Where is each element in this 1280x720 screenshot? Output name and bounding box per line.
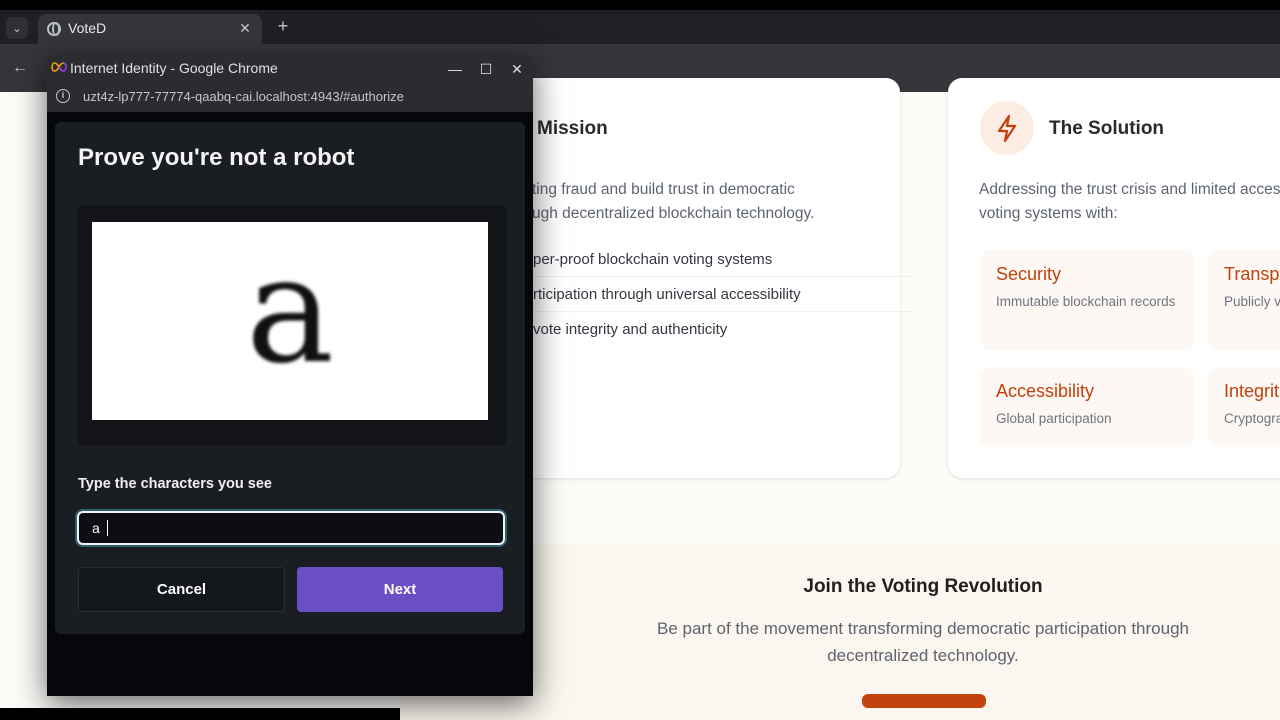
site-info-icon[interactable]: i: [56, 89, 70, 103]
feature-desc: Global participation: [996, 411, 1112, 426]
text-caret: [107, 520, 108, 536]
feature-card-transparency: Transpa Publicly v: [1208, 250, 1280, 350]
feature-desc: Immutable blockchain records: [996, 294, 1176, 309]
cancel-button[interactable]: Cancel: [78, 567, 285, 612]
browser-tab-strip: ⌄ VoteD ✕ +: [0, 10, 1280, 44]
screen: ⌄ VoteD ✕ + ← Mission ting fraud and bui…: [0, 0, 1280, 720]
feature-card-accessibility: Accessibility Global participation: [980, 367, 1194, 447]
captcha-dialog: Prove you're not a robot a Type the char…: [55, 122, 525, 634]
feature-title: Transpa: [1224, 264, 1280, 284]
solution-text-line-1: Addressing the trust crisis and limited …: [979, 181, 1280, 198]
browser-tab-voted[interactable]: VoteD ✕: [38, 14, 262, 44]
minimize-icon[interactable]: —: [443, 58, 467, 80]
solution-text-line-2: voting systems with:: [979, 205, 1118, 222]
captcha-frame: a: [78, 206, 506, 446]
close-icon[interactable]: ✕: [505, 58, 529, 80]
mission-item: per-proof blockchain voting systems: [533, 251, 913, 277]
popup-titlebar[interactable]: Internet Identity - Google Chrome — ☐ ✕: [47, 56, 533, 82]
feature-card-security: Security Immutable blockchain records: [980, 250, 1194, 350]
maximize-icon[interactable]: ☐: [474, 58, 498, 80]
tab-title: VoteD: [68, 20, 107, 36]
solution-icon-circle: [980, 101, 1034, 155]
solution-heading: The Solution: [1049, 118, 1165, 139]
mission-item: rticipation through universal accessibil…: [533, 286, 913, 312]
lightning-icon: [997, 114, 1017, 143]
tab-list-button[interactable]: ⌄: [6, 17, 28, 39]
captcha-character: a: [245, 224, 335, 396]
cta-button[interactable]: [862, 694, 986, 708]
captcha-input-label: Type the characters you see: [78, 476, 272, 492]
mission-item: vote integrity and authenticity: [533, 321, 728, 338]
feature-title: Security: [996, 264, 1062, 284]
popup-url-bar: i uzt4z-lp777-77774-qaabq-cai.localhost:…: [47, 82, 533, 112]
back-button[interactable]: ←: [8, 56, 32, 80]
mission-heading: Mission: [537, 118, 608, 139]
feature-title: Accessibility: [996, 381, 1095, 401]
new-tab-button[interactable]: +: [272, 16, 294, 38]
popup-url: uzt4z-lp777-77774-qaabq-cai.localhost:49…: [83, 89, 404, 104]
tab-close-icon[interactable]: ✕: [236, 19, 254, 37]
feature-desc: Publicly v: [1224, 294, 1280, 309]
next-button[interactable]: Next: [297, 567, 503, 612]
popup-window-title: Internet Identity - Google Chrome: [70, 60, 278, 76]
mission-text-line-1: ting fraud and build trust in democratic: [532, 181, 795, 198]
captcha-input[interactable]: [77, 511, 505, 545]
captcha-image: a: [92, 222, 488, 420]
infinity-icon: [51, 62, 67, 72]
globe-icon: [47, 22, 61, 36]
feature-title: Integrit: [1224, 381, 1280, 401]
internet-identity-popup: Internet Identity - Google Chrome — ☐ ✕ …: [47, 56, 533, 696]
dialog-heading: Prove you're not a robot: [78, 144, 355, 171]
mission-text-line-2: ugh decentralized blockchain technology.: [532, 205, 815, 222]
feature-desc: Cryptogra: [1224, 411, 1280, 426]
feature-card-integrity: Integrit Cryptogra: [1208, 367, 1280, 447]
